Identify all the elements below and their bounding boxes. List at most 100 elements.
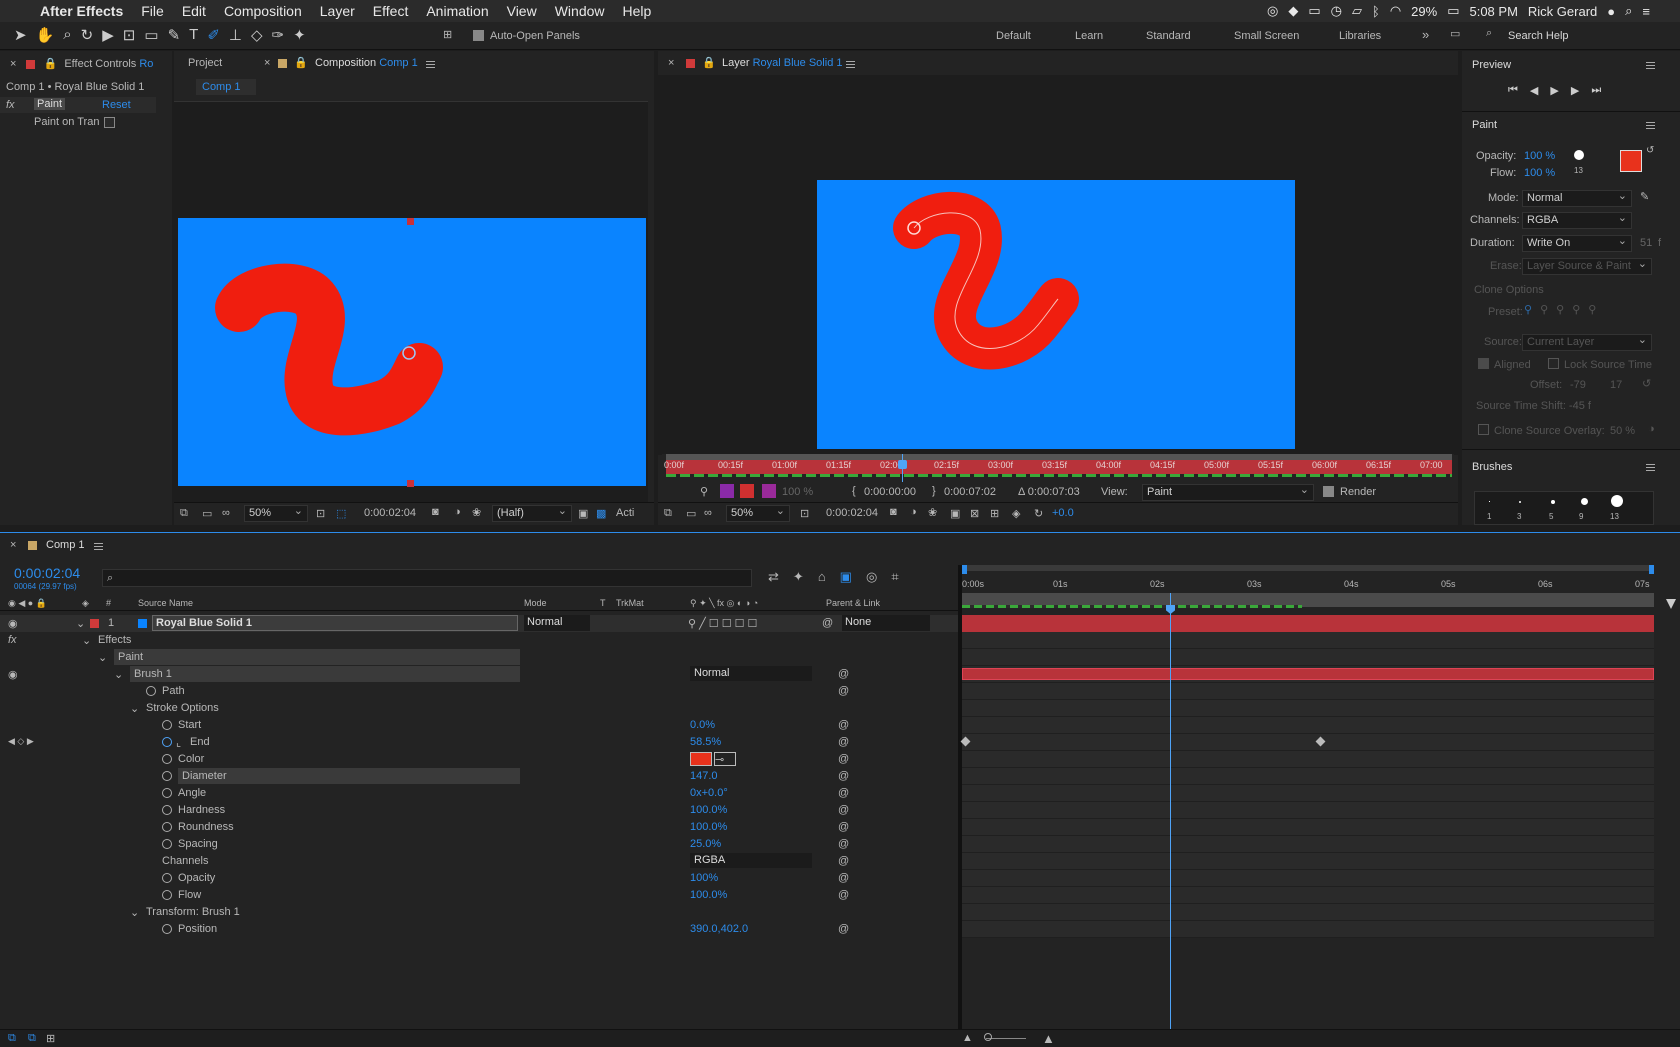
property-value[interactable]: 147.0 [690,770,718,782]
zoom-slider-knob[interactable] [984,1033,992,1041]
property-value[interactable]: 100.0% [690,804,727,816]
menu-composition[interactable]: Composition [224,3,302,19]
expression-pickwhip-icon[interactable]: @ [838,889,849,901]
property-track[interactable] [962,683,1654,700]
shy-icon[interactable]: ⌂ [818,569,826,585]
snap-icon[interactable]: ⊞ [443,28,452,41]
paint-menu-icon[interactable] [1646,119,1655,131]
eraser-tool-icon[interactable]: ◇ [251,26,263,44]
property-track[interactable] [962,666,1654,683]
property-label[interactable]: Stroke Options [146,702,219,714]
property-label[interactable]: End [190,736,210,748]
snapshot-icon[interactable]: ◙ [890,506,897,518]
property-track[interactable] [962,649,1654,666]
expression-pickwhip-icon[interactable]: @ [838,804,849,816]
navigator-end-handle[interactable] [1649,565,1654,574]
property-row[interactable]: ⌄ Paint [0,649,958,666]
show-snapshot-icon[interactable]: ◑ [910,506,917,518]
lock-source-time-checkbox[interactable] [1548,358,1559,369]
menu-window[interactable]: Window [555,3,605,19]
stopwatch-icon[interactable] [162,805,172,815]
workspace-menu-icon[interactable]: ▭ [1450,27,1460,40]
twirl-icon[interactable]: ⌄ [130,702,139,715]
col-mode[interactable]: Mode [524,598,547,608]
stopwatch-icon[interactable] [162,822,172,832]
stopwatch-icon[interactable] [162,754,172,764]
property-row[interactable]: Angle 0x+0.0° @ [0,785,958,802]
property-row[interactable]: Roundness 100.0% @ [0,819,958,836]
menu-animation[interactable]: Animation [426,3,488,19]
render-checkbox[interactable] [1323,486,1334,497]
clone-preset-5-icon[interactable]: ⚲ [1588,303,1596,316]
twirl-icon[interactable]: ⌄ [114,668,123,681]
expression-pickwhip-icon[interactable]: @ [838,770,849,782]
layer-opacity[interactable]: 100 % [782,486,813,498]
property-row[interactable]: ◉ ⌄ Brush 1 Normal @ [0,666,958,683]
property-label[interactable]: Hardness [178,804,225,816]
menu-help[interactable]: Help [623,3,652,19]
property-track[interactable] [962,904,1654,921]
vr-icon[interactable]: ▭ [202,507,212,520]
paint-effect-row[interactable]: fx Paint Reset [0,97,156,113]
expression-pickwhip-icon[interactable]: @ [838,753,849,765]
property-select[interactable]: Normal [690,666,812,681]
view-select[interactable]: Paint [1142,483,1314,501]
pen-tool-icon[interactable]: ✎ [168,26,181,44]
graph-icon[interactable]: ⌞ [176,736,181,749]
property-track[interactable] [962,717,1654,734]
clone-stamp-tool-icon[interactable]: ⊥ [229,26,242,44]
channel-icon[interactable]: ❀ [928,506,937,519]
property-track[interactable] [962,700,1654,717]
eye-icon[interactable]: ◉ [8,668,18,681]
type-tool-icon[interactable]: T [189,26,198,44]
color-icon[interactable] [762,484,776,498]
effect-controls-layer[interactable]: Ro [139,58,153,70]
3d-view-icon[interactable]: ⊞ [990,507,999,520]
property-label[interactable]: Position [178,923,217,935]
camera-tool-icon[interactable]: ▶ [102,26,114,44]
vr-icon[interactable]: ▭ [686,507,696,520]
user-name[interactable]: Rick Gerard [1528,4,1597,19]
close-tab-icon[interactable]: × [668,57,674,69]
erase-select[interactable]: Layer Source & Paint [1522,257,1652,275]
play-icon[interactable]: ▶ [1550,84,1558,97]
brushes-menu-icon[interactable] [1646,461,1655,473]
duration-select[interactable]: Write On [1522,234,1632,252]
property-track[interactable] [962,785,1654,802]
property-track[interactable] [962,768,1654,785]
property-value[interactable]: 100% [690,872,718,884]
layer-playhead-handle[interactable] [898,460,907,469]
layer-handle[interactable] [407,218,414,225]
property-track[interactable] [962,751,1654,768]
resolution-select[interactable]: (Half) [492,504,572,522]
offset-x[interactable]: -79 [1570,379,1586,391]
property-row[interactable]: Spacing 25.0% @ [0,836,958,853]
clone-preset-3-icon[interactable]: ⚲ [1556,303,1564,316]
col-source-name[interactable]: Source Name [138,598,193,608]
layer-twirl-icon[interactable]: ⌄ [76,617,85,630]
lock-icon[interactable]: 🔒 [702,56,716,69]
brush-preset-1[interactable] [1489,501,1490,502]
workspace-learn[interactable]: Learn [1075,30,1103,42]
brush-tip-preview[interactable] [1574,150,1584,160]
property-row[interactable]: Opacity 100% @ [0,870,958,887]
last-frame-icon[interactable]: ⏭ [1591,84,1601,97]
graph-editor-icon[interactable]: ⌗ [891,569,898,585]
fast-preview-icon[interactable]: ▩ [596,507,606,520]
property-value[interactable]: 0.0% [690,719,715,731]
playhead-handle[interactable] [1166,605,1175,614]
expression-pickwhip-icon[interactable]: @ [838,923,849,935]
magnet-icon[interactable] [720,484,734,498]
property-label[interactable]: Transform: Brush 1 [146,906,240,918]
close-tab-icon[interactable]: × [10,539,16,551]
workspace-default[interactable]: Default [996,30,1031,42]
layer-zoom-select[interactable]: 50% [726,504,790,522]
brush-preset-5[interactable] [1551,500,1555,504]
in-point-time[interactable]: 0:00:00:00 [864,486,916,498]
fx-icon[interactable]: fx [6,99,15,111]
menu-effect[interactable]: Effect [373,3,409,19]
col-trkmat[interactable]: TrkMat [616,598,644,608]
layer-tab[interactable]: Layer Royal Blue Solid 1 [722,57,842,69]
snapshot-icon[interactable]: ◙ [432,506,439,518]
layer-label-color[interactable] [90,619,99,628]
